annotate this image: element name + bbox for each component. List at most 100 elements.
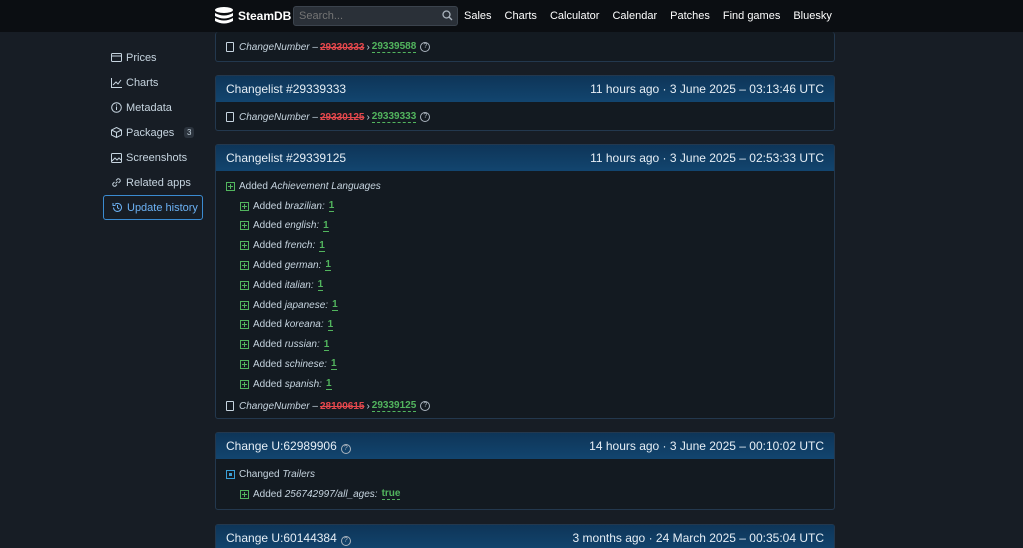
sidebar-item-charts[interactable]: Charts <box>103 70 203 95</box>
nav-find-games[interactable]: Find games <box>723 10 780 22</box>
sidebar-item-prices[interactable]: Prices <box>103 45 203 70</box>
change-title[interactable]: Change U:60144384? <box>226 531 351 546</box>
card-header: Change U:60144384? 3 months ago · 24 Mar… <box>216 525 834 548</box>
added-label: Added <box>253 279 282 291</box>
language-key: schinese: <box>284 358 327 370</box>
history-icon <box>112 202 122 212</box>
change-title-text: Change U:60144384 <box>226 530 337 545</box>
added-value[interactable]: true <box>381 488 401 500</box>
sidebar-item-label: Charts <box>126 76 159 89</box>
sidebar-item-packages[interactable]: Packages 3 <box>103 120 203 145</box>
language-key: koreana: <box>284 319 324 331</box>
language-value[interactable]: 1 <box>317 279 324 292</box>
added-label: Added <box>253 488 282 500</box>
group-name: Achievement Languages <box>270 180 381 192</box>
added-label: Added <box>253 220 282 232</box>
language-value[interactable]: 1 <box>330 358 337 371</box>
sidebar-item-label: Screenshots <box>126 151 188 164</box>
added-label: Added <box>253 299 282 311</box>
help-icon[interactable]: ? <box>420 112 431 122</box>
old-value: 29330125 <box>319 111 365 123</box>
language-value[interactable]: 1 <box>328 200 335 212</box>
new-value[interactable]: 29339588 <box>371 41 417 53</box>
language-value[interactable]: 1 <box>325 259 331 272</box>
document-icon <box>226 112 234 122</box>
prices-icon <box>111 53 122 62</box>
sidebar-item-label: Prices <box>126 51 157 64</box>
change-card: Change U:60144384? 3 months ago · 24 Mar… <box>215 524 835 548</box>
added-label: Added <box>253 200 282 212</box>
change-key: ChangeNumber <box>239 41 310 53</box>
dash: – <box>312 111 318 123</box>
changelist-time: 11 hours ago · 3 June 2025 – 02:53:33 UT… <box>590 151 824 165</box>
sidebar-item-related-apps[interactable]: Related apps <box>103 170 203 195</box>
change-title-text: Change U:62989906 <box>226 438 337 453</box>
top-navbar: SteamDB Sales Charts Calculator Calendar… <box>0 0 1023 32</box>
help-icon[interactable]: ? <box>340 443 351 454</box>
changed-item: Trailers <box>282 468 315 480</box>
added-icon <box>240 280 249 290</box>
card-header: Changelist #29339333 11 hours ago · 3 Ju… <box>216 76 834 102</box>
sidebar-item-metadata[interactable]: Metadata <box>103 95 203 120</box>
added-label: Added <box>253 319 282 331</box>
list-item: Added italian: 1 <box>240 278 324 292</box>
language-key: french: <box>284 240 316 252</box>
list-item: Added english: 1 <box>240 219 329 233</box>
search-icon[interactable] <box>442 10 453 21</box>
sidebar-item-screenshots[interactable]: Screenshots <box>103 145 203 170</box>
added-label: Added <box>239 180 268 192</box>
document-icon <box>226 401 234 411</box>
new-value[interactable]: 29339333 <box>371 111 417 123</box>
added-icon <box>240 221 249 231</box>
help-icon[interactable]: ? <box>340 535 351 546</box>
list-item: Added japanese: 1 <box>240 298 338 312</box>
language-key: german: <box>284 259 322 271</box>
changelist-time: 11 hours ago · 3 June 2025 – 03:13:46 UT… <box>590 82 824 96</box>
nav-charts[interactable]: Charts <box>505 10 537 22</box>
old-value: 28100615 <box>319 400 365 412</box>
nav-calendar[interactable]: Calendar <box>612 10 657 22</box>
changelist-title[interactable]: Changelist #29339125 <box>226 151 346 165</box>
sidebar-item-label: Packages <box>126 126 175 139</box>
language-value[interactable]: 1 <box>319 240 325 252</box>
change-number-row: ChangeNumber – 29330333 › 29339588 ? <box>226 40 431 54</box>
language-value[interactable]: 1 <box>332 299 338 311</box>
language-value[interactable]: 1 <box>323 339 330 351</box>
arrow: › <box>366 400 370 412</box>
package-icon <box>111 127 122 138</box>
search-input[interactable] <box>293 6 458 26</box>
new-value[interactable]: 29339125 <box>371 400 417 412</box>
language-value[interactable]: 1 <box>325 378 332 391</box>
nav-patches[interactable]: Patches <box>670 10 710 22</box>
info-icon <box>111 102 122 113</box>
steamdb-logo-icon <box>215 7 233 24</box>
help-icon[interactable]: ? <box>420 42 431 52</box>
change-key: ChangeNumber <box>239 400 310 412</box>
nav-sales[interactable]: Sales <box>464 10 492 22</box>
language-key: brazilian: <box>284 200 325 212</box>
added-label: Added <box>253 259 282 271</box>
sidebar: Prices Charts Metadata Packages 3 Screen… <box>103 45 203 220</box>
old-value: 29330333 <box>319 41 365 53</box>
sidebar-item-update-history[interactable]: Update history <box>103 195 203 220</box>
change-number-row: ChangeNumber – 29330125 › 29339333 ? <box>226 110 431 124</box>
steamdb-logo[interactable]: SteamDB <box>214 5 291 27</box>
language-key: japanese: <box>284 299 329 311</box>
added-icon <box>240 300 249 310</box>
help-icon[interactable]: ? <box>420 401 431 411</box>
language-value[interactable]: 1 <box>327 319 334 331</box>
added-icon <box>240 241 249 251</box>
change-title[interactable]: Change U:62989906? <box>226 439 351 454</box>
dash: – <box>312 41 318 53</box>
main-nav: Sales Charts Calculator Calendar Patches… <box>464 0 845 32</box>
changelist-card: ChangeNumber – 29330333 › 29339588 ? <box>215 32 835 62</box>
card-header: Changelist #29339125 11 hours ago · 3 Ju… <box>216 145 834 171</box>
changelist-title[interactable]: Changelist #29339333 <box>226 82 346 96</box>
nav-calculator[interactable]: Calculator <box>550 10 600 22</box>
changed-label: Changed <box>239 468 280 480</box>
list-item: Added french: 1 <box>240 239 325 253</box>
changed-row: Changed Trailers <box>226 467 315 481</box>
language-value[interactable]: 1 <box>323 220 329 232</box>
nav-bluesky[interactable]: Bluesky <box>793 10 832 22</box>
arrow: › <box>366 41 370 53</box>
